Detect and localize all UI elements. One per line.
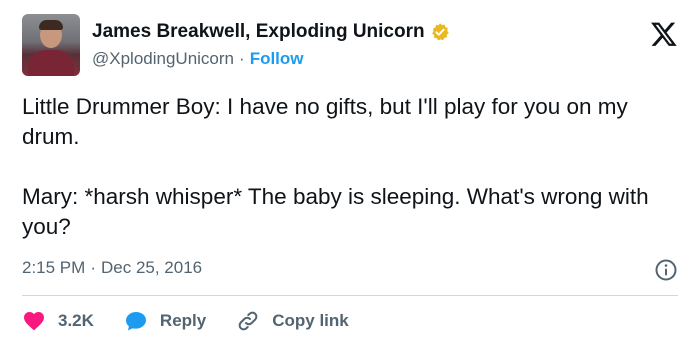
heart-icon (24, 312, 44, 331)
x-logo-icon[interactable] (650, 20, 678, 48)
like-count: 3.2K (58, 311, 94, 330)
display-name[interactable]: James Breakwell, Exploding Unicorn (92, 21, 425, 43)
follow-button[interactable]: Follow (250, 49, 304, 69)
tweet-meta: 2:15 PM · Dec 25, 2016 (22, 258, 202, 278)
reply-button[interactable]: Reply (124, 309, 206, 333)
info-icon[interactable] (654, 258, 678, 282)
divider (22, 295, 678, 296)
name-row: James Breakwell, Exploding Unicorn (92, 20, 450, 44)
tweet-time[interactable]: 2:15 PM (22, 258, 85, 278)
copy-link-label: Copy link (272, 311, 349, 330)
tweet-text: Little Drummer Boy: I have no gifts, but… (22, 94, 649, 239)
verified-badge-icon (431, 23, 449, 41)
copy-link-button[interactable]: Copy link (236, 309, 349, 333)
reply-label: Reply (159, 311, 207, 330)
tweet-date[interactable]: Dec 25, 2016 (101, 258, 202, 278)
avatar[interactable] (22, 14, 80, 76)
like-button[interactable]: 3.2K (22, 309, 94, 333)
handle[interactable]: @XplodingUnicorn (92, 49, 234, 69)
handle-row: @XplodingUnicorn · Follow (92, 48, 304, 70)
tweet-header: James Breakwell, Exploding Unicorn @Xplo… (22, 14, 680, 78)
link-icon (238, 311, 258, 331)
separator-dot: · (239, 49, 245, 68)
action-bar: 3.2K Reply Copy link (22, 307, 379, 335)
reply-bubble-icon (125, 312, 146, 331)
meta-separator: · (90, 258, 96, 277)
